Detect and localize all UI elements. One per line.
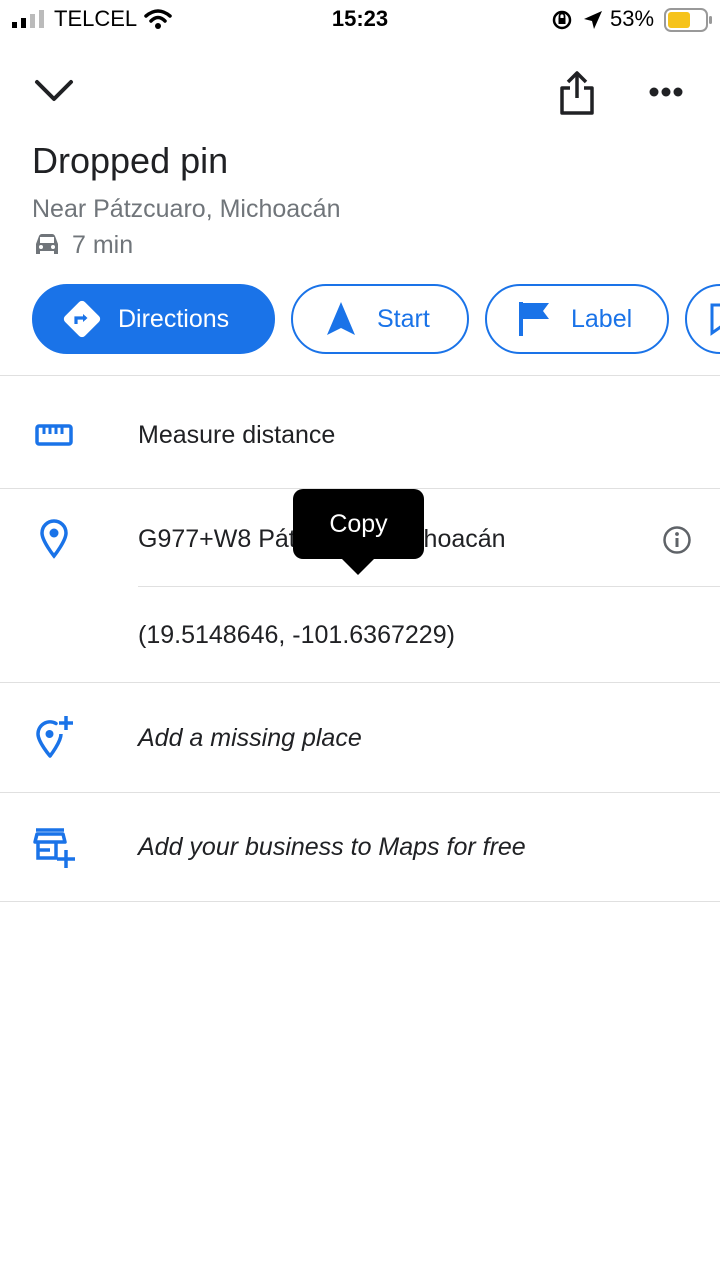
divider: [0, 375, 720, 376]
add-business-item[interactable]: Add your business to Maps for free: [138, 833, 526, 862]
ruler-icon: [32, 413, 76, 457]
flag-icon: [513, 297, 557, 341]
copy-tooltip[interactable]: Copy: [293, 489, 424, 559]
battery-icon: [664, 8, 712, 32]
place-title: Dropped pin: [32, 140, 229, 181]
place-subtitle: Near Pátzcuaro, Michoacán: [32, 195, 341, 223]
navigation-arrow-icon: [319, 297, 363, 341]
add-business-icon: [32, 826, 76, 870]
travel-time: 7 min: [72, 231, 134, 259]
directions-label: Directions: [118, 304, 230, 333]
coordinates[interactable]: (19.5148646, -101.6367229): [138, 621, 455, 650]
tooltip-arrow: [341, 558, 375, 575]
label-button[interactable]: Label: [485, 284, 669, 354]
save-button[interactable]: [685, 284, 720, 354]
chevron-down-icon[interactable]: [34, 78, 74, 104]
add-location-icon: [32, 714, 76, 758]
info-icon[interactable]: [662, 525, 692, 555]
directions-button[interactable]: Directions: [32, 284, 275, 354]
start-label: Start: [377, 304, 430, 333]
measure-distance-item[interactable]: Measure distance: [138, 421, 335, 450]
divider: [0, 901, 720, 902]
location-pin-icon: [32, 517, 76, 561]
copy-tooltip-label: Copy: [329, 509, 388, 538]
battery-percentage: 53%: [610, 6, 655, 31]
divider: [0, 792, 720, 793]
label-label: Label: [571, 304, 633, 333]
add-missing-place-item[interactable]: Add a missing place: [138, 724, 362, 753]
car-icon: [36, 234, 58, 254]
orientation-lock-icon: [552, 10, 572, 30]
status-bar: TELCEL 15:23 53%: [0, 0, 720, 40]
directions-icon: [60, 297, 104, 341]
bookmark-icon: [705, 297, 720, 341]
more-options-icon[interactable]: [648, 86, 684, 98]
divider: [138, 586, 720, 587]
divider: [0, 682, 720, 683]
start-button[interactable]: Start: [291, 284, 469, 354]
location-arrow-icon: [584, 11, 602, 29]
share-icon[interactable]: [558, 70, 596, 116]
